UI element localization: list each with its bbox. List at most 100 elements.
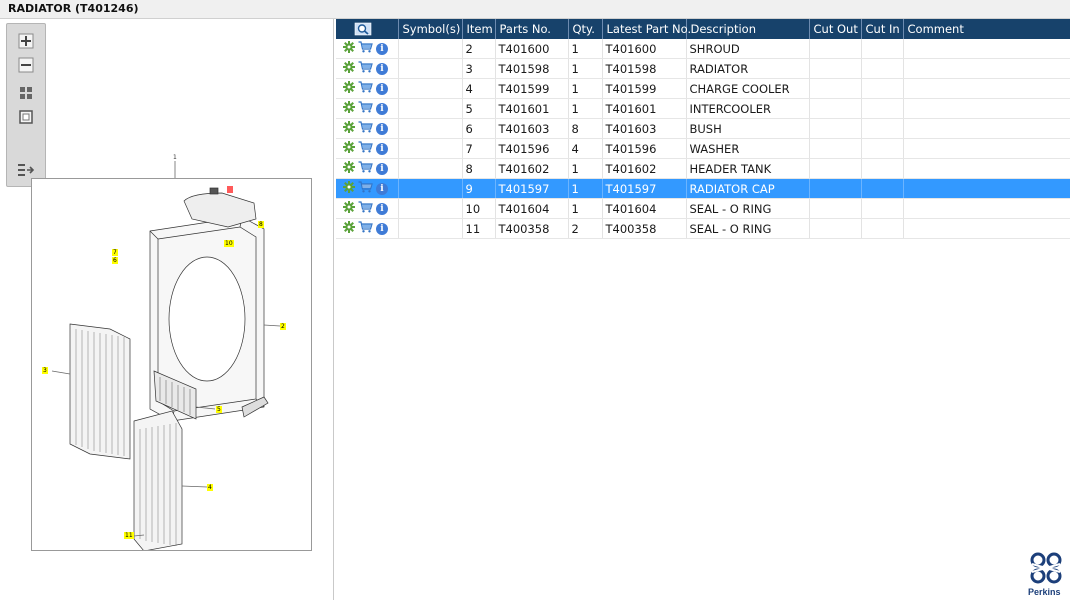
info-icon[interactable]: i [376,42,388,55]
table-row[interactable]: i 7 T401596 4 T401596 WASHER [336,138,1070,159]
table-row[interactable]: i 6 T401603 8 T401603 BUSH [336,118,1070,139]
callout-1[interactable]: 1 [173,154,177,161]
table-row[interactable]: i 5 T401601 1 T401601 INTERCOOLER [336,98,1070,119]
callout-10[interactable]: 10 [224,240,234,247]
callout-6[interactable]: 6 [112,257,118,264]
table-row[interactable]: i 8 T401602 1 T401602 HEADER TANK [336,158,1070,179]
col-comment[interactable]: Comment [903,19,1070,39]
col-qty[interactable]: Qty. [568,19,603,39]
gear-icon[interactable] [343,41,355,56]
callout-9[interactable]: 9 [227,186,233,193]
col-parts-no[interactable]: Parts No. [495,19,569,39]
info-icon[interactable]: i [376,222,388,235]
cell-cut-in [861,39,904,59]
gear-icon[interactable] [343,201,355,216]
callout-5[interactable]: 5 [216,406,222,413]
search-header[interactable] [336,19,399,39]
zoom-out-button[interactable] [16,55,36,75]
cell-latest-part-no: T401602 [602,158,687,179]
gear-icon[interactable] [343,181,355,196]
cell-item: 3 [462,58,496,79]
cell-cut-out [809,198,862,219]
cell-comment [903,218,1070,239]
info-icon[interactable]: i [376,202,388,215]
info-icon[interactable]: i [376,182,388,195]
table-row[interactable]: i 3 T401598 1 T401598 RADIATOR [336,58,1070,79]
cell-description: HEADER TANK [686,158,810,179]
cart-icon[interactable] [358,221,373,236]
row-actions: i [336,178,399,199]
row-actions: i [336,158,399,179]
callout-11[interactable]: 11 [124,532,134,539]
cell-qty: 8 [568,118,603,139]
cart-icon[interactable] [358,61,373,76]
cell-description: INTERCOOLER [686,98,810,119]
gear-icon[interactable] [343,61,355,76]
col-latest-part-no[interactable]: Latest Part No. [602,19,691,39]
cell-cut-out [809,39,862,59]
table-row[interactable]: i 2 T401600 1 T401600 SHROUD [336,39,1070,59]
table-row[interactable]: i 10 T401604 1 T401604 SEAL - O RING [336,198,1070,219]
radiator-assembly-drawing [51,187,281,552]
gear-icon[interactable] [343,221,355,236]
cart-icon[interactable] [358,201,373,216]
exploded-diagram[interactable]: 3 2 4 5 6 7 8 9 10 11 [31,178,312,552]
cell-item: 2 [462,39,496,59]
gear-icon[interactable] [343,81,355,96]
info-icon[interactable]: i [376,122,388,135]
gear-icon[interactable] [343,161,355,176]
zoom-in-button[interactable] [16,31,36,51]
table-row[interactable]: i 9 T401597 1 T401597 RADIATOR CAP [336,178,1070,199]
fit-button[interactable] [16,83,36,103]
cart-icon[interactable] [358,161,373,176]
info-icon[interactable]: i [376,162,388,175]
col-cut-out[interactable]: Cut Out [809,19,862,39]
cell-symbols [398,58,463,79]
callout-3[interactable]: 3 [42,367,48,374]
cell-cut-in [861,218,904,239]
cell-symbols [398,158,463,179]
cell-comment [903,58,1070,79]
cell-latest-part-no: T401598 [602,58,687,79]
cell-part-no: T401597 [495,178,569,199]
cell-qty: 1 [568,178,603,199]
drawing-pane[interactable]: 1 3 2 4 5 6 7 8 9 10 11 [0,19,334,600]
table-row[interactable]: i 4 T401599 1 T401599 CHARGE COOLER [336,78,1070,99]
table-row[interactable]: i 11 T400358 2 T400358 SEAL - O RING [336,218,1070,239]
cell-cut-in [861,98,904,119]
callout-7[interactable]: 7 [112,249,118,256]
col-cut-in[interactable]: Cut In [861,19,904,39]
cell-symbols [398,138,463,159]
cell-cut-in [861,158,904,179]
actual-size-button[interactable] [16,107,36,127]
cart-icon[interactable] [358,101,373,116]
gear-icon[interactable] [343,141,355,156]
gear-icon[interactable] [343,101,355,116]
col-description[interactable]: Description [686,19,810,39]
cart-icon[interactable] [358,81,373,96]
cell-cut-out [809,178,862,199]
cell-part-no: T401599 [495,78,569,99]
info-icon[interactable]: i [376,82,388,95]
cell-cut-in [861,58,904,79]
list-toggle-button[interactable] [16,160,36,180]
cart-icon[interactable] [358,121,373,136]
cell-qty: 1 [568,78,603,99]
cart-icon[interactable] [358,41,373,56]
col-symbols[interactable]: Symbol(s) [398,19,463,39]
cell-cut-in [861,198,904,219]
cell-qty: 1 [568,58,603,79]
cell-description: CHARGE COOLER [686,78,810,99]
callout-2[interactable]: 2 [280,323,286,330]
callout-4[interactable]: 4 [207,484,213,491]
cart-icon[interactable] [358,181,373,196]
callout-8[interactable]: 8 [258,221,264,228]
cart-icon[interactable] [358,141,373,156]
info-icon[interactable]: i [376,142,388,155]
col-item[interactable]: Item [462,19,496,39]
page-title: RADIATOR (T401246) [8,2,139,15]
info-icon[interactable]: i [376,102,388,115]
gear-icon[interactable] [343,121,355,136]
info-icon[interactable]: i [376,62,388,75]
cell-comment [903,178,1070,199]
